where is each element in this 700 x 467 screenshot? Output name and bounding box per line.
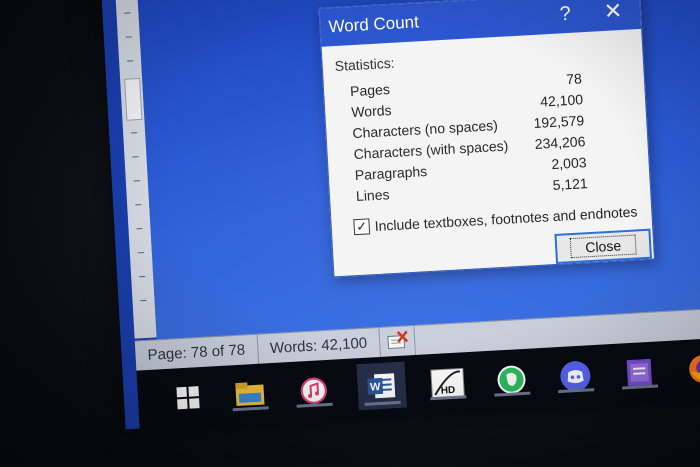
file-explorer-icon[interactable] [229,373,271,415]
ruler-tick [133,180,140,182]
word-count-dialog: Word Count ? ✕ Statistics: Pages 78 Word… [318,0,656,278]
proofing-icon[interactable] [379,326,416,358]
stat-value: 42,100 [539,91,584,110]
taskbar-active-indicator [364,400,401,406]
taskbar-running-indicator [622,384,659,390]
stat-label: Characters (no spaces) [352,117,499,142]
stat-label: Lines [355,186,390,205]
taskbar-running-indicator [430,395,467,401]
taskbar-running-indicator [232,406,269,412]
taskbar-running-indicator [558,388,595,394]
evernote-icon[interactable] [490,359,532,401]
document-area[interactable]: Word Count ? ✕ Statistics: Pages 78 Word… [135,0,700,340]
stat-value: 234,206 [534,133,586,152]
hd-app-icon[interactable]: HD [427,362,469,404]
discord-icon[interactable] [554,355,596,397]
ruler-tick [137,251,144,254]
stat-label: Words [350,101,392,121]
firefox-icon[interactable] [682,348,700,390]
stat-value: 2,003 [551,154,587,173]
close-x-button[interactable]: ✕ [589,0,637,32]
stat-value: 5,121 [552,175,589,194]
stat-label: Paragraphs [354,163,428,184]
taskbar-running-indicator [494,391,531,397]
stat-label: Characters (with spaces) [353,137,509,163]
close-button-label: Close [569,234,637,259]
ruler-tick [139,275,146,278]
ruler-tick [136,228,143,230]
help-button[interactable]: ? [541,0,589,34]
svg-text:W: W [370,381,382,394]
close-button[interactable]: Close [554,228,652,264]
ruler-tick [140,299,147,302]
ruler-tick [131,132,138,134]
hd-app-label: HD [441,385,456,397]
statistics-heading: Statistics: [334,54,395,75]
ruler-tick [127,60,134,62]
screen: Word Count ? ✕ Statistics: Pages 78 Word… [100,0,700,433]
taskbar-running-indicator [296,402,333,408]
include-textboxes-checkbox[interactable]: ✓ [353,218,371,236]
stat-label: Pages [349,81,391,100]
dialog-title: Word Count [327,12,420,37]
stat-value: 78 [565,70,583,88]
microsoft-word-icon[interactable]: W [356,361,407,411]
include-textboxes-label: Include textboxes, footnotes and endnote… [374,203,638,235]
ruler-tick [125,36,132,38]
itunes-icon[interactable] [293,370,335,412]
ruler-tick [135,204,142,206]
stat-value: 192,579 [533,112,585,132]
onenote-icon[interactable] [618,351,660,393]
ruler-tick [124,12,131,14]
monitor-bezel: Word Count ? ✕ Statistics: Pages 78 Word… [0,0,700,467]
ruler-margin-marker[interactable] [124,77,143,121]
windows-start-icon[interactable] [167,377,209,419]
ruler-tick [132,156,139,158]
dialog-title-bar[interactable]: Word Count ? ✕ [319,0,642,47]
include-textboxes-option[interactable]: ✓ Include textboxes, footnotes and endno… [353,203,638,236]
